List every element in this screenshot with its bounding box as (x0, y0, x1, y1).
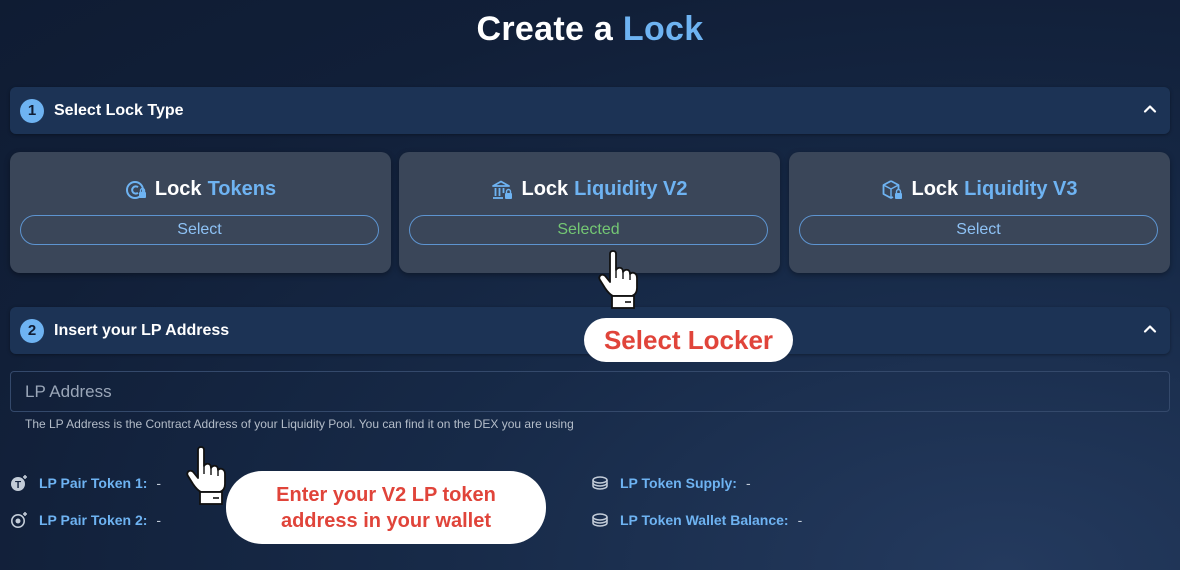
info-value: - (156, 512, 162, 528)
info-label: LP Token Wallet Balance: (620, 512, 789, 528)
card-heading: Lock Liquidity V3 (789, 178, 1170, 201)
card-accent: Tokens (207, 178, 277, 200)
info-value: - (745, 475, 751, 491)
select-tokens-button[interactable]: Select (20, 215, 379, 245)
info-label: LP Pair Token 2: (39, 512, 148, 528)
card-heading: Lock Tokens (10, 178, 391, 201)
chevron-up-icon[interactable] (1142, 321, 1158, 337)
card-prefix: Lock (911, 178, 959, 200)
cube-lock-icon (883, 179, 903, 199)
info-label: LP Pair Token 1: (39, 475, 148, 491)
title-prefix: Create a (476, 10, 614, 48)
chevron-up-icon[interactable] (1142, 101, 1158, 117)
card-prefix: Lock (154, 178, 202, 200)
lock-tokens-card[interactable]: Lock Tokens Select (10, 152, 391, 273)
svg-text:T: T (15, 480, 21, 491)
token-coin-icon (125, 180, 146, 199)
lp-address-input[interactable] (10, 371, 1170, 412)
info-label: LP Token Supply: (620, 475, 737, 491)
info-value: - (156, 475, 162, 491)
lp-token-supply: LP Token Supply: - (591, 474, 751, 492)
step2-number: 2 (20, 318, 44, 343)
lock-liquidity-v2-card[interactable]: Lock Liquidity V2 Selected (399, 152, 780, 273)
select-liquidity-v2-button[interactable]: Selected (409, 215, 768, 245)
select-liquidity-v3-button[interactable]: Select (799, 215, 1158, 245)
coins-stack-icon (592, 476, 608, 490)
token-icon (11, 512, 27, 528)
pointing-hand-icon (186, 446, 226, 505)
step1-header[interactable]: 1 Select Lock Type (10, 87, 1170, 134)
enter-address-callout: Enter your V2 LP token address in your w… (226, 471, 546, 544)
lp-pair-token-1: T LP Pair Token 1: - (10, 474, 161, 492)
card-accent: Liquidity V3 (964, 178, 1078, 200)
bank-lock-icon (492, 180, 513, 199)
step1-number: 1 (20, 98, 44, 123)
lock-liquidity-v3-card[interactable]: Lock Liquidity V3 Select (789, 152, 1170, 273)
info-value: - (797, 512, 803, 528)
card-prefix: Lock (521, 178, 569, 200)
coins-stack-icon (592, 513, 608, 527)
step1-title: Select Lock Type (54, 101, 184, 119)
token-icon: T (11, 475, 27, 491)
select-locker-callout: Select Locker (584, 318, 793, 362)
lp-pair-token-2: LP Pair Token 2: - (10, 511, 161, 529)
step2-title: Insert your LP Address (54, 321, 230, 339)
card-accent: Liquidity V2 (574, 178, 688, 200)
title-accent: Lock (622, 10, 704, 48)
lp-address-helper: The LP Address is the Contract Address o… (25, 417, 574, 431)
pointing-hand-icon (598, 250, 638, 309)
lp-token-wallet-balance: LP Token Wallet Balance: - (591, 511, 802, 529)
page-title: Create a Lock (0, 10, 1180, 49)
card-heading: Lock Liquidity V2 (399, 178, 780, 201)
